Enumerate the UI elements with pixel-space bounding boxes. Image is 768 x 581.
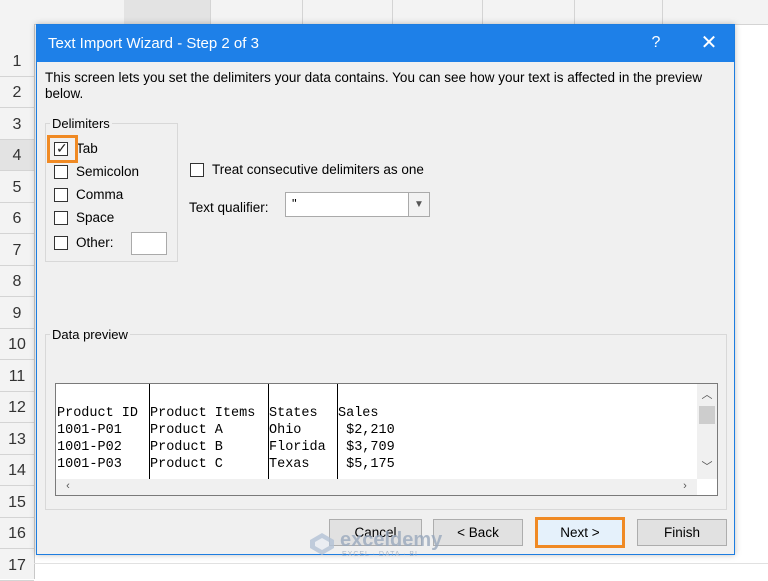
row-number[interactable]: 2 — [0, 77, 34, 108]
text-qualifier-select[interactable]: " ▼ — [285, 192, 430, 217]
other-label: Other: — [76, 235, 114, 250]
preview-row: 1001-P01 Product A Ohio $2,210 — [56, 423, 395, 440]
row-number[interactable]: 13 — [0, 424, 34, 455]
preview-cell: 1001-P02 — [57, 440, 122, 455]
row-number[interactable]: 5 — [0, 172, 34, 203]
preview-cell: Product B — [150, 440, 223, 455]
column-header[interactable] — [662, 0, 768, 24]
preview-cell: Texas — [269, 457, 310, 472]
row-number[interactable]: 7 — [0, 235, 34, 266]
vertical-scrollbar[interactable]: ︿ ﹀ — [697, 384, 717, 479]
row-number[interactable]: 8 — [0, 266, 34, 297]
text-qualifier-label: Text qualifier: — [189, 200, 269, 215]
preview-cell: 1001-P01 — [57, 423, 122, 438]
row-number[interactable]: 12 — [0, 392, 34, 423]
column-header[interactable] — [302, 0, 393, 24]
preview-cell: Product Items — [150, 406, 256, 421]
delimiters-group-label: Delimiters — [50, 116, 112, 131]
column-header[interactable] — [574, 0, 663, 24]
chevron-down-icon[interactable]: ▼ — [408, 193, 429, 216]
watermark-name: exceldemy — [340, 529, 443, 551]
row-number[interactable]: 1 — [0, 46, 34, 77]
row-number[interactable]: 4 — [0, 140, 34, 171]
preview-row: Product ID Product Items States Sales — [56, 406, 379, 423]
row-number[interactable]: 17 — [0, 550, 34, 581]
preview-cell: Product ID — [57, 406, 139, 421]
preview-cell: Ohio — [269, 423, 302, 438]
other-delimiter-input[interactable] — [131, 232, 167, 255]
row-number[interactable]: 6 — [0, 203, 34, 234]
chevron-down-icon[interactable]: ﹀ — [697, 458, 717, 474]
preview-cell: $5,175 — [338, 457, 395, 472]
other-checkbox[interactable] — [54, 236, 68, 250]
preview-cell: Florida — [269, 440, 326, 455]
comma-checkbox[interactable] — [54, 188, 68, 202]
chevron-left-icon[interactable]: ‹ — [58, 480, 78, 492]
column-header-bar — [0, 0, 768, 25]
row-number[interactable]: 15 — [0, 487, 34, 518]
chevron-up-icon[interactable]: ︿ — [697, 386, 717, 402]
row-number[interactable]: 10 — [0, 329, 34, 360]
horizontal-scrollbar[interactable]: ‹ › — [56, 479, 697, 495]
row-number[interactable]: 9 — [0, 298, 34, 329]
watermark-tagline: EXCEL · DATA · BI — [342, 551, 418, 558]
space-checkbox[interactable] — [54, 211, 68, 225]
help-button[interactable]: ? — [641, 31, 671, 55]
row-number[interactable]: 3 — [0, 109, 34, 140]
semicolon-label: Semicolon — [76, 164, 140, 179]
column-header[interactable] — [34, 0, 125, 24]
semicolon-checkbox[interactable] — [54, 165, 68, 179]
preview-row: 1001-P03 Product C Texas $5,175 — [56, 457, 395, 474]
tab-label: Tab — [76, 141, 98, 156]
column-header[interactable] — [392, 0, 483, 24]
chevron-right-icon[interactable]: › — [675, 480, 695, 492]
data-preview-label: Data preview — [50, 327, 130, 342]
column-header[interactable] — [210, 0, 303, 24]
tab-highlight-box — [47, 135, 78, 163]
preview-cell: Product C — [150, 457, 223, 472]
grid-line — [34, 563, 768, 564]
preview-cell: States — [269, 406, 318, 421]
treat-consecutive-checkbox[interactable] — [190, 163, 204, 177]
preview-row: 1001-P02 Product B Florida $3,709 — [56, 440, 395, 457]
close-button[interactable]: ✕ — [689, 29, 729, 57]
comma-label: Comma — [76, 187, 124, 202]
preview-cell: $3,709 — [338, 440, 395, 455]
space-label: Space — [76, 210, 115, 225]
next-highlight-box — [535, 517, 625, 548]
column-header[interactable] — [124, 0, 211, 24]
scroll-thumb[interactable] — [699, 406, 715, 424]
row-number[interactable]: 11 — [0, 361, 34, 392]
dialog-titlebar[interactable]: Text Import Wizard - Step 2 of 3 ? ✕ — [37, 25, 734, 62]
row-number[interactable]: 14 — [0, 455, 34, 486]
preview-cell: Product A — [150, 423, 223, 438]
text-qualifier-value: " — [292, 196, 297, 211]
row-number[interactable]: 16 — [0, 518, 34, 549]
row-header-bar: 1 2 3 4 5 6 7 8 9 10 11 12 13 14 15 16 1… — [0, 24, 35, 581]
preview-cell: Sales — [338, 406, 379, 421]
preview-cell: 1001-P03 — [57, 457, 122, 472]
text-import-wizard-dialog: Text Import Wizard - Step 2 of 3 ? ✕ Thi… — [36, 24, 735, 555]
dialog-description: This screen lets you set the delimiters … — [45, 70, 703, 101]
data-preview-grid: Product ID Product Items States Sales 10… — [56, 384, 697, 479]
treat-consecutive-label: Treat consecutive delimiters as one — [212, 162, 424, 177]
back-button[interactable]: < Back — [433, 519, 523, 546]
finish-button[interactable]: Finish — [637, 519, 727, 546]
column-header[interactable] — [482, 0, 575, 24]
exceldemy-logo-icon — [310, 533, 334, 555]
preview-cell: $2,210 — [338, 423, 395, 438]
dialog-title: Text Import Wizard - Step 2 of 3 — [48, 35, 259, 52]
data-preview-frame[interactable]: Product ID Product Items States Sales 10… — [55, 383, 718, 496]
